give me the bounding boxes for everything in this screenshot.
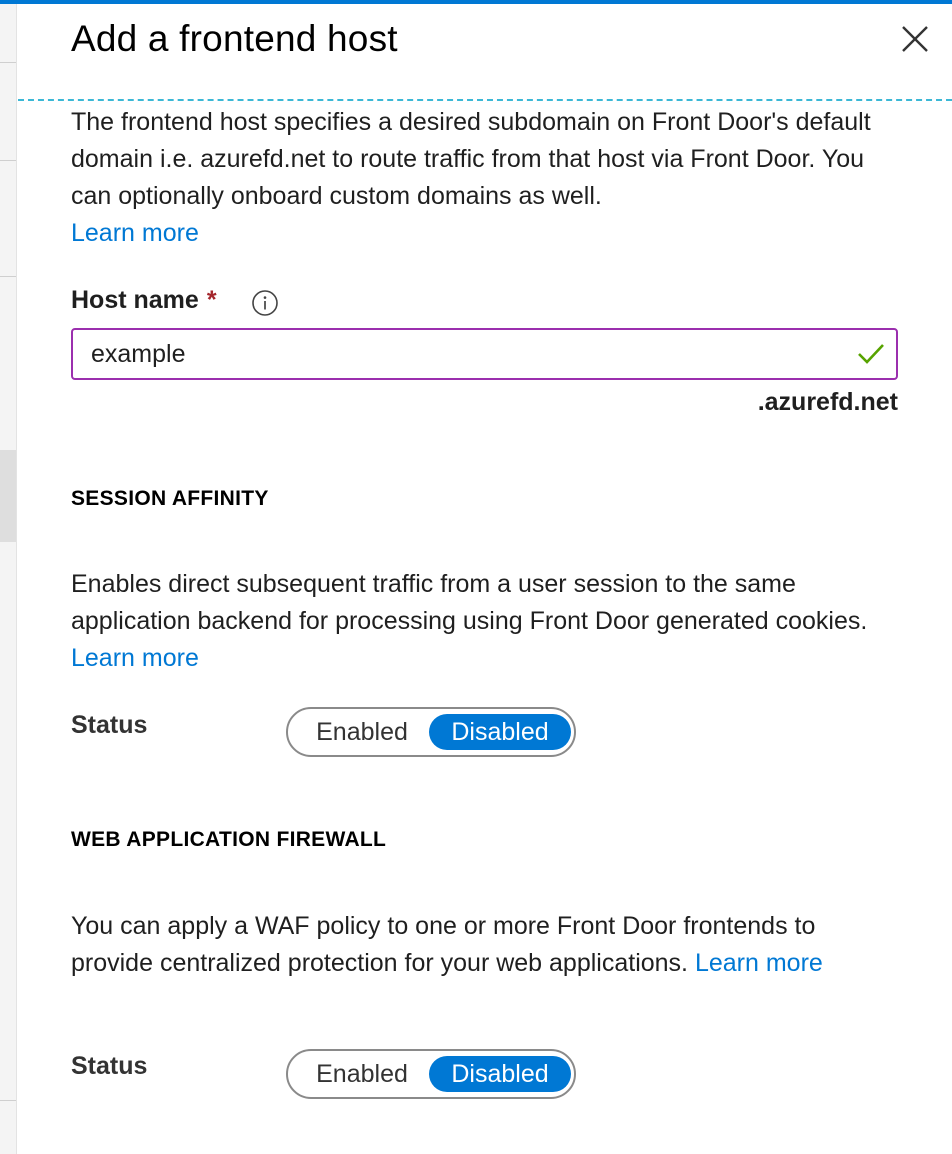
domain-suffix: .azurefd.net bbox=[757, 388, 898, 416]
waf-disabled-option[interactable]: Disabled bbox=[429, 1056, 571, 1092]
checkmark-icon bbox=[858, 344, 884, 364]
intro-text: The frontend host specifies a desired su… bbox=[71, 108, 871, 210]
host-name-label-text: Host name bbox=[71, 286, 199, 314]
session-affinity-enabled-option[interactable]: Enabled bbox=[302, 714, 422, 750]
waf-status-label: Status bbox=[71, 1052, 148, 1080]
session-affinity-status-label: Status bbox=[71, 711, 148, 739]
waf-toggle[interactable]: Enabled Disabled bbox=[286, 1049, 576, 1099]
page: Add a frontend host The frontend host sp… bbox=[0, 0, 952, 1154]
host-name-input-box bbox=[71, 328, 898, 380]
host-name-input[interactable] bbox=[91, 330, 831, 378]
session-affinity-description: Enables direct subsequent traffic from a… bbox=[71, 566, 901, 677]
info-icon[interactable] bbox=[251, 289, 279, 317]
session-affinity-heading: SESSION AFFINITY bbox=[71, 487, 269, 510]
close-button[interactable] bbox=[898, 22, 932, 56]
info-circle-icon bbox=[252, 290, 278, 316]
background-divider bbox=[0, 160, 16, 161]
host-name-label: Host name * bbox=[71, 286, 217, 315]
header-divider bbox=[18, 99, 952, 101]
background-divider bbox=[0, 62, 16, 63]
intro-learn-more-link[interactable]: Learn more bbox=[71, 219, 199, 247]
session-affinity-text: Enables direct subsequent traffic from a… bbox=[71, 570, 868, 635]
waf-description: You can apply a WAF policy to one or mor… bbox=[71, 908, 901, 982]
waf-enabled-option[interactable]: Enabled bbox=[302, 1056, 422, 1092]
panel-title: Add a frontend host bbox=[71, 18, 398, 59]
waf-heading: WEB APPLICATION FIREWALL bbox=[71, 828, 387, 851]
background-divider bbox=[0, 276, 16, 277]
session-affinity-disabled-option[interactable]: Disabled bbox=[429, 714, 571, 750]
close-icon bbox=[902, 26, 928, 52]
required-indicator: * bbox=[206, 286, 217, 314]
session-affinity-learn-more-link[interactable]: Learn more bbox=[71, 644, 199, 672]
session-affinity-toggle[interactable]: Enabled Disabled bbox=[286, 707, 576, 757]
intro-description: The frontend host specifies a desired su… bbox=[71, 104, 901, 252]
background-blade-edge bbox=[0, 4, 17, 1154]
frontend-host-panel: Add a frontend host The frontend host sp… bbox=[18, 4, 952, 1154]
background-divider bbox=[0, 1100, 16, 1101]
waf-learn-more-link[interactable]: Learn more bbox=[695, 949, 823, 977]
background-selected-row bbox=[0, 450, 16, 542]
